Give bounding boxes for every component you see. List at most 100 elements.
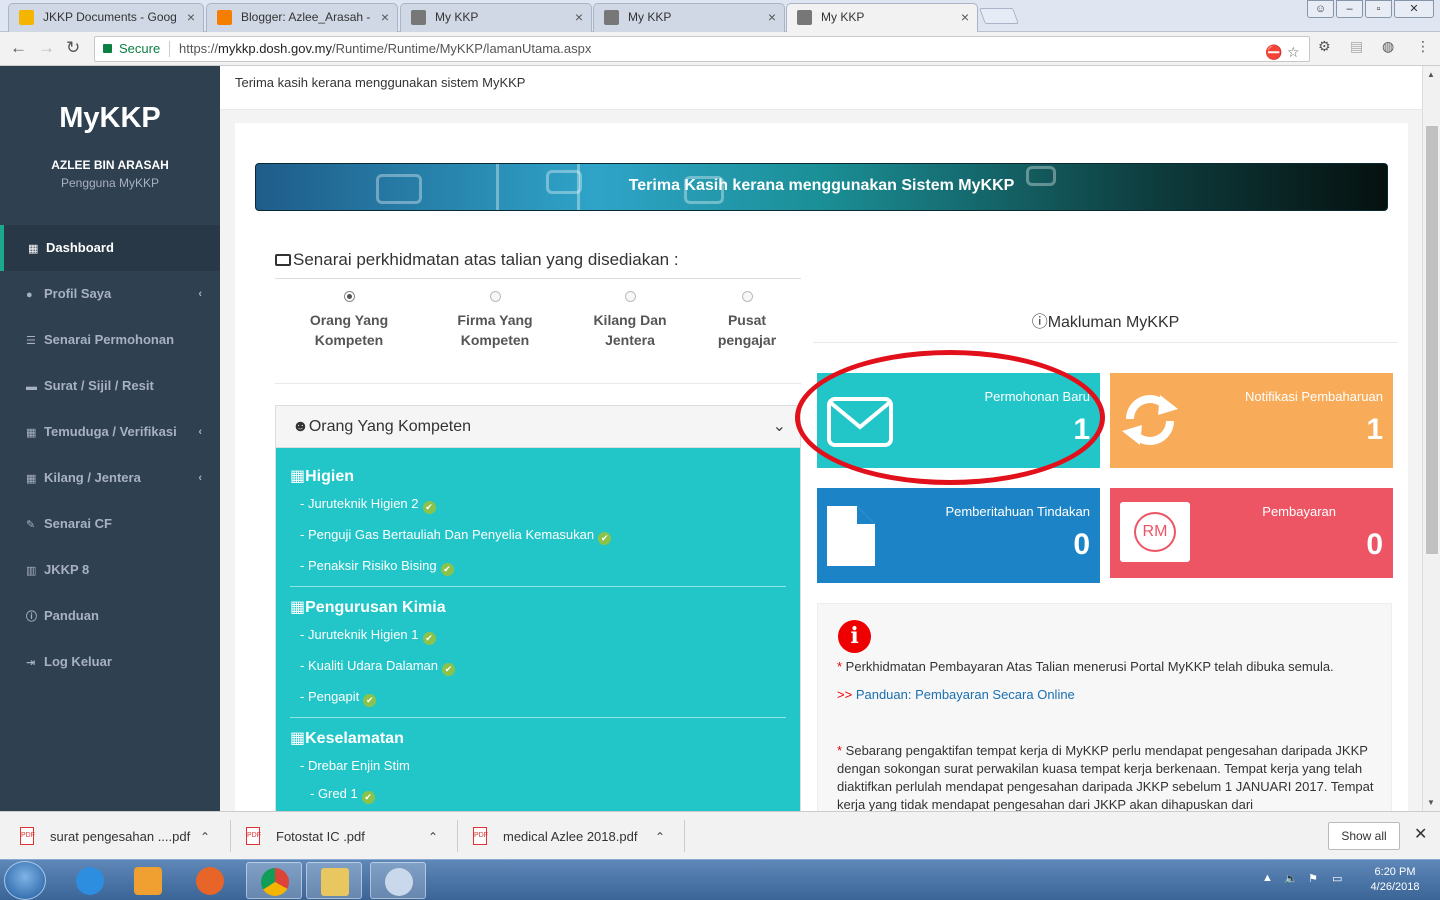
close-tab-icon[interactable]: × <box>575 4 583 30</box>
close-tab-icon[interactable]: × <box>381 4 389 30</box>
globe-extension-icon[interactable]: ◍ <box>1382 38 1394 55</box>
sidebar-item-jkkp-8[interactable]: ▥ JKKP 8 <box>0 547 220 593</box>
close-download-bar-icon[interactable]: ✕ <box>1414 824 1427 844</box>
chevron-up-icon[interactable]: ⌃ <box>655 824 665 850</box>
sidebar-item-log-keluar[interactable]: ⇥ Log Keluar <box>0 639 220 685</box>
sidebar-item-temuduga-verifikasi[interactable]: ▦ Temuduga / Verifikasi ‹ <box>0 409 220 455</box>
close-tab-icon[interactable]: × <box>187 4 195 30</box>
taskbar-firefox[interactable] <box>182 862 238 899</box>
list-item[interactable]: - Kualiti Udara Dalaman ✔ <box>300 658 456 676</box>
grid-icon: ▦ <box>28 243 39 255</box>
sidebar-item-senarai-cf[interactable]: ✎ Senarai CF <box>0 501 220 547</box>
chevron-down-icon[interactable]: ⌄ <box>773 416 786 436</box>
user-role: Pengguna MyKKP <box>60 176 160 190</box>
taskbar-paint[interactable] <box>370 862 426 899</box>
menu-dots-icon[interactable]: ⋮ <box>1416 38 1430 55</box>
minimize-icon[interactable]: – <box>1336 0 1363 18</box>
list-item[interactable]: - Gred 1 ✔ <box>310 786 375 804</box>
list-item[interactable]: - Penaksir Risiko Bising ✔ <box>300 558 454 576</box>
info-circle-icon: ⓘ <box>1031 314 1048 331</box>
close-tab-icon[interactable]: × <box>768 4 776 30</box>
sidebar-item-panduan[interactable]: ⓘ Panduan <box>0 593 220 639</box>
browser-tab-mykkp-2[interactable]: My KKP × <box>593 3 785 32</box>
forward-arrow-icon[interactable]: → <box>38 38 55 58</box>
service-option-orang-yang-kompeten[interactable]: Orang Yang Kompeten <box>289 291 409 350</box>
network-icon[interactable]: ▭ <box>1332 872 1342 885</box>
sidebar-item-dashboard[interactable]: ▦ Dashboard <box>0 225 220 271</box>
user-profile-icon[interactable]: ☺ <box>1307 0 1334 18</box>
notice-activation: * Sebarang pengaktifan tempat kerja di M… <box>837 743 1374 811</box>
tile-pembayaran[interactable]: RM Pembayaran 0 <box>1110 488 1393 578</box>
start-button[interactable] <box>4 861 46 900</box>
windows-taskbar: ▲ 🔈 ⚑ ▭ 6:20 PM 4/26/2018 <box>0 859 1440 900</box>
refresh-icon <box>1122 395 1178 445</box>
download-item-fotostat-ic[interactable]: PDF Fotostat IC .pdf ⌃ <box>246 824 446 850</box>
list-item[interactable]: - Penguji Gas Bertauliah Dan Penyelia Ke… <box>300 527 612 545</box>
list-item[interactable]: - Juruteknik Higien 1 ✔ <box>300 627 436 645</box>
flag-icon[interactable]: ⚑ <box>1308 872 1318 885</box>
secure-label: Secure <box>119 41 161 56</box>
sidebar-brand: MyKKP <box>59 102 161 134</box>
scrollbar-thumb[interactable] <box>1426 126 1438 554</box>
welcome-bar: Terima kasih kerana menggunakan sistem M… <box>220 66 1422 110</box>
sidebar-item-senarai-permohonan[interactable]: ☰ Senarai Permohonan <box>0 317 220 363</box>
browser-tab-jkkp-documents[interactable]: JKKP Documents - Goog × <box>8 3 204 32</box>
services-title: Senarai perkhidmatan atas talian yang di… <box>275 250 679 270</box>
sidebar-item-kilang-jentera[interactable]: ▦ Kilang / Jentera ‹ <box>0 455 220 501</box>
tile-pemberitahuan-tindakan[interactable]: Pemberitahuan Tindakan 0 <box>817 488 1100 583</box>
chevron-left-icon: ‹ <box>198 426 202 438</box>
list-item[interactable]: - Juruteknik Higien 2 ✔ <box>300 496 436 514</box>
close-tab-icon[interactable]: × <box>961 4 969 30</box>
tile-notifikasi-pembaharuan[interactable]: Notifikasi Pembaharuan 1 <box>1110 373 1393 468</box>
tab-title: My KKP <box>435 10 479 24</box>
window-close-icon[interactable]: ✕ <box>1394 0 1434 18</box>
system-clock[interactable]: 6:20 PM 4/26/2018 <box>1360 865 1430 895</box>
maximize-icon[interactable]: ▫ <box>1365 0 1392 18</box>
list-item[interactable]: - Drebar Enjin Stim <box>300 758 410 773</box>
pdf-extension-icon[interactable]: ▤ <box>1350 38 1363 55</box>
radio[interactable] <box>624 291 636 302</box>
welcome-text: Terima kasih kerana menggunakan sistem M… <box>235 75 526 90</box>
google-drive-icon <box>19 10 34 25</box>
chevron-up-icon[interactable]: ⌃ <box>428 824 438 850</box>
taskbar-chrome[interactable] <box>246 862 302 899</box>
service-option-kilang-dan-jentera[interactable]: Kilang Dan Jentera <box>570 291 690 350</box>
payment-guide-link[interactable]: >> Panduan: Pembayaran Secara Online <box>837 687 1075 702</box>
browser-tab-mykkp-1[interactable]: My KKP × <box>400 3 592 32</box>
new-tab-button[interactable] <box>979 8 1019 24</box>
list-icon: ☰ <box>26 335 36 347</box>
download-item-surat-pengesahan[interactable]: PDF surat pengesahan ....pdf ⌃ <box>20 824 220 850</box>
radio-selected[interactable] <box>343 291 355 302</box>
browser-tab-blogger[interactable]: Blogger: Azlee_Arasah - × <box>206 3 398 32</box>
blocked-popup-icon[interactable]: ⛔ <box>1265 40 1282 64</box>
browser-tab-mykkp-active[interactable]: My KKP × <box>786 3 978 33</box>
sidebar-item-surat-sijil-resit[interactable]: ▬ Surat / Sijil / Resit <box>0 363 220 409</box>
tab-title: My KKP <box>628 10 672 24</box>
grid-icon: ▦ <box>290 468 306 485</box>
users-icon: ☻ <box>292 418 309 435</box>
sidebar: MyKKP AZLEE BIN ARASAH Pengguna MyKKP ▦ D… <box>0 66 220 811</box>
url-text[interactable]: https://mykkp.dosh.gov.my/Runtime/Runtim… <box>179 37 591 61</box>
volume-icon[interactable]: 🔈 <box>1284 872 1298 885</box>
radio[interactable] <box>741 291 753 302</box>
media-player-icon <box>134 867 162 895</box>
radio[interactable] <box>489 291 501 302</box>
show-all-button[interactable]: Show all <box>1328 822 1400 850</box>
chevron-up-icon[interactable]: ⌃ <box>200 824 210 850</box>
download-item-medical-azlee[interactable]: PDF medical Azlee 2018.pdf ⌃ <box>473 824 673 850</box>
bookmark-star-icon[interactable]: ☆ <box>1287 40 1300 64</box>
service-option-firma-yang-kompeten[interactable]: Firma Yang Kompeten <box>435 291 555 350</box>
sidebar-item-profil-saya[interactable]: ● Profil Saya ‹ <box>0 271 220 317</box>
panel-header[interactable]: ☻Orang Yang Kompeten ⌄ <box>276 406 800 448</box>
reload-icon[interactable]: ↻ <box>66 38 80 58</box>
extension-icon[interactable]: ⚙ <box>1318 38 1331 55</box>
taskbar-media-player[interactable] <box>120 862 176 899</box>
taskbar-file-explorer[interactable] <box>306 862 362 899</box>
service-option-pusat-pengajar[interactable]: Pusat pengajar <box>687 291 807 350</box>
back-arrow-icon[interactable]: ← <box>10 38 27 58</box>
taskbar-internet-explorer[interactable] <box>62 862 118 899</box>
list-item[interactable]: - Pengapit ✔ <box>300 689 377 707</box>
page-scrollbar[interactable]: ▲ ▼ <box>1422 66 1440 811</box>
tray-chevron-up-icon[interactable]: ▲ <box>1262 872 1273 884</box>
address-bar[interactable]: Secure https://mykkp.dosh.gov.my/Runtime… <box>94 36 1310 62</box>
